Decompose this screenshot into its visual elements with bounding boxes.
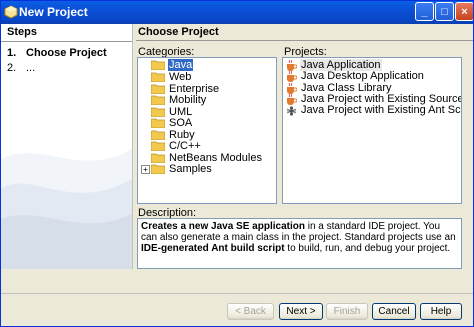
description-bold: Creates a new Java SE application	[141, 221, 305, 232]
category-label: C/C++	[169, 140, 201, 152]
java-project-icon	[287, 94, 297, 105]
finish-button[interactable]: Finish	[326, 303, 368, 320]
back-button[interactable]: < Back	[227, 303, 274, 320]
expand-icon[interactable]: +	[141, 165, 150, 174]
footer-separator	[1, 293, 473, 294]
title-bar[interactable]: New Project _ □ ×	[1, 1, 473, 24]
category-label: Mobility	[169, 94, 207, 106]
folder-icon	[151, 164, 165, 174]
step-number: 2.	[7, 62, 17, 74]
step-item: 2. ...	[1, 62, 132, 74]
folder-icon	[151, 60, 165, 70]
folder-icon	[151, 72, 165, 82]
category-label: Samples	[169, 163, 212, 175]
java-project-icon	[287, 60, 297, 71]
folder-icon	[151, 118, 165, 128]
projects-list[interactable]: Java Application Java Desktop Applicatio…	[282, 57, 462, 204]
steps-heading: Steps	[1, 24, 132, 42]
new-project-dialog: New Project _ □ × Steps 1. Choose Projec…	[0, 0, 474, 327]
next-button[interactable]: Next >	[279, 303, 323, 320]
java-project-icon	[287, 83, 297, 94]
step-item: 1. Choose Project	[1, 47, 132, 59]
project-label: Java Desktop Application	[301, 70, 424, 82]
categories-tree[interactable]: Java Web Enterprise Mobility UML SOA Rub…	[137, 57, 277, 204]
description-bold: IDE-generated Ant build script	[141, 243, 285, 254]
window-title: New Project	[19, 5, 88, 19]
folder-icon	[151, 95, 165, 105]
folder-icon	[151, 130, 165, 140]
step-number: 1.	[7, 47, 17, 59]
folder-icon	[151, 141, 165, 151]
java-project-icon	[287, 71, 297, 82]
panel-heading: Choose Project	[136, 24, 473, 41]
category-label: Web	[169, 71, 192, 83]
description-part: to build, run, and debug your project.	[284, 243, 451, 254]
folder-icon	[151, 107, 165, 117]
step-label: Choose Project	[26, 47, 107, 59]
step-label: ...	[26, 62, 36, 74]
folder-icon	[151, 153, 165, 163]
category-label: SOA	[169, 117, 193, 129]
decorative-wave-graphic	[1, 149, 132, 269]
close-button[interactable]: ×	[455, 2, 473, 21]
category-label: Java	[168, 59, 194, 71]
help-button[interactable]: Help	[420, 303, 462, 320]
project-label: Java Project with Existing Ant Script	[301, 104, 462, 116]
ant-project-icon	[286, 106, 297, 116]
description-text: Creates a new Java SE application in a s…	[137, 218, 462, 269]
steps-panel: Steps 1. Choose Project 2. ...	[1, 24, 133, 269]
netbeans-icon	[4, 5, 18, 19]
maximize-button[interactable]: □	[435, 2, 454, 21]
folder-icon	[151, 84, 165, 94]
minimize-button[interactable]: _	[415, 2, 434, 21]
cancel-button[interactable]: Cancel	[372, 303, 416, 320]
